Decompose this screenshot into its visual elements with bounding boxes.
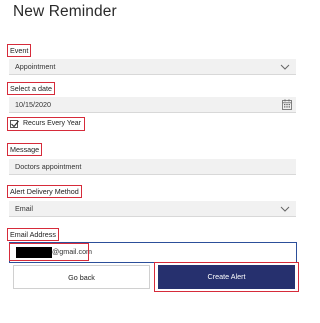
event-select[interactable]: Appointment <box>9 59 296 75</box>
email-label: Email Address <box>7 228 59 241</box>
recurs-label: Recurs Every Year <box>23 120 81 127</box>
message-value: Doctors appointment <box>15 162 82 171</box>
email-value: @gmail.com <box>52 247 93 256</box>
redacted-block <box>16 247 52 258</box>
date-value: 10/15/2020 <box>15 100 51 109</box>
chevron-down-icon <box>280 206 290 212</box>
message-label: Message <box>7 143 43 156</box>
event-label: Event <box>7 44 32 57</box>
event-value: Appointment <box>15 62 56 71</box>
go-back-button[interactable]: Go back <box>13 265 150 289</box>
date-label: Select a date <box>7 82 55 95</box>
email-input[interactable]: @gmail.com <box>9 242 297 263</box>
check-icon <box>11 120 19 128</box>
delivery-select[interactable]: Email <box>9 201 296 217</box>
checkbox[interactable] <box>10 120 19 128</box>
date-input[interactable]: 10/15/2020 <box>9 97 296 113</box>
create-alert-button[interactable]: Create Alert <box>158 265 295 289</box>
chevron-down-icon <box>280 64 290 70</box>
recurs-every-year-checkbox[interactable]: Recurs Every Year <box>7 117 85 131</box>
page-title: New Reminder <box>13 3 117 20</box>
delivery-label: Alert Delivery Method <box>7 185 82 198</box>
message-input[interactable]: Doctors appointment <box>9 159 296 175</box>
calendar-icon[interactable] <box>282 99 292 110</box>
delivery-value: Email <box>15 204 33 213</box>
